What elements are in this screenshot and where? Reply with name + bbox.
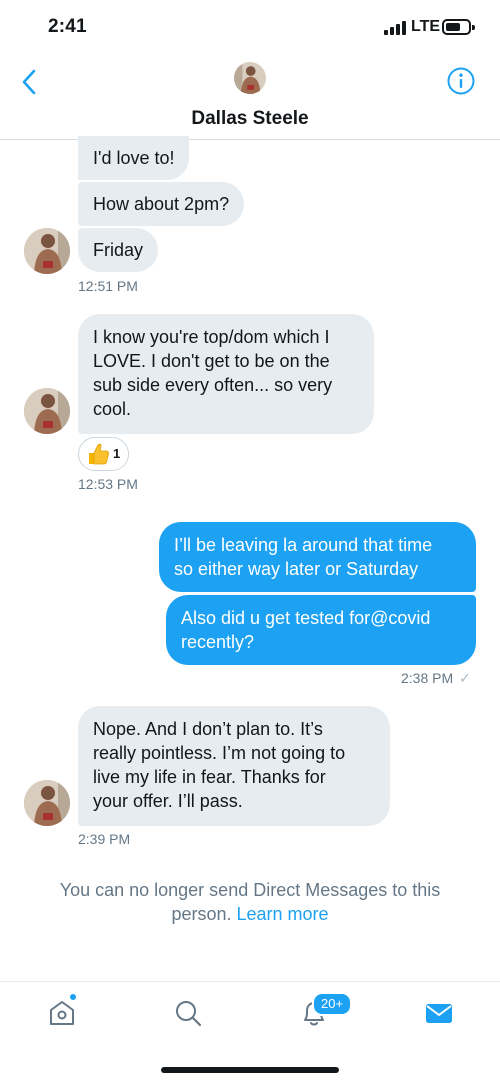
- message-timestamp: 2:38 PM ✓: [401, 670, 471, 687]
- info-circle-icon: [447, 67, 475, 95]
- message-line: Nope. And I don’t plan to. It’s: [93, 719, 323, 739]
- messages-envelope-icon: [426, 1004, 452, 1023]
- tab-search[interactable]: [171, 996, 205, 1030]
- message-bubble-incoming[interactable]: I know you're top/dom which I LOVE. I do…: [78, 314, 374, 434]
- conversation-header: Dallas Steele: [0, 56, 500, 140]
- message-text: I'd love to!: [93, 148, 175, 168]
- sender-avatar[interactable]: [24, 388, 70, 434]
- message-text: Friday: [93, 240, 144, 260]
- message-line: sub side every often... so very: [93, 375, 333, 395]
- battery-icon: [442, 19, 475, 35]
- new-content-dot: [69, 993, 77, 1001]
- message-line: live my life in fear. Thanks for: [93, 767, 326, 787]
- message-line: I know you're top/dom which I: [93, 327, 330, 347]
- cellular-signal-icon: [384, 21, 408, 35]
- read-receipt-icon: ✓: [459, 670, 471, 686]
- message-timestamp: 2:39 PM: [78, 831, 131, 847]
- message-line: cool.: [93, 399, 132, 419]
- back-button[interactable]: [14, 66, 46, 98]
- message-line: your offer. I’ll pass.: [93, 791, 243, 811]
- chevron-left-icon: [22, 69, 36, 95]
- message-bubble-outgoing[interactable]: Also did u get tested for@covid recently…: [166, 595, 476, 665]
- search-icon: [176, 1001, 202, 1027]
- message-bubble-incoming[interactable]: I'd love to!: [78, 136, 190, 180]
- message-bubble-incoming[interactable]: How about 2pm?: [78, 182, 245, 226]
- reaction-count: 1: [113, 446, 121, 461]
- home-indicator: [161, 1067, 339, 1073]
- notifications-badge: 20+: [312, 992, 353, 1016]
- status-time: 2:41: [48, 16, 87, 37]
- thumbs-up-icon: [89, 443, 110, 465]
- contact-avatar[interactable]: [234, 62, 266, 94]
- learn-more-link[interactable]: Learn more: [236, 904, 328, 924]
- message-bubble-incoming[interactable]: Nope. And I don’t plan to. It’s really p…: [78, 706, 390, 826]
- conversation-info-button[interactable]: [446, 66, 476, 96]
- message-line: Also did u get tested for@covid: [181, 608, 431, 628]
- timestamp-text: 2:38 PM: [401, 670, 454, 686]
- home-icon: [50, 1001, 74, 1025]
- message-text: How about 2pm?: [93, 194, 230, 214]
- sender-avatar[interactable]: [24, 780, 70, 826]
- sender-avatar[interactable]: [24, 228, 70, 274]
- tab-messages[interactable]: [422, 996, 456, 1030]
- message-line: recently?: [181, 632, 255, 652]
- message-line: so either way later or Saturday: [174, 559, 419, 579]
- status-bar: 2:41 LTE: [0, 0, 500, 56]
- dm-disabled-notice: You can no longer send Direct Messages t…: [30, 878, 470, 926]
- message-bubble-outgoing[interactable]: I’ll be leaving la around that time so e…: [159, 522, 476, 592]
- message-timestamp: 12:53 PM: [78, 476, 138, 492]
- reaction-pill[interactable]: 1: [78, 437, 129, 471]
- contact-name[interactable]: Dallas Steele: [0, 108, 500, 130]
- message-line: really pointless. I’m not going to: [93, 743, 346, 763]
- message-line: LOVE. I don't get to be on the: [93, 351, 330, 371]
- network-type: LTE: [411, 18, 441, 35]
- message-bubble-incoming[interactable]: Friday: [78, 228, 159, 272]
- tab-home[interactable]: [45, 996, 79, 1030]
- message-timestamp: 12:51 PM: [78, 278, 138, 294]
- message-line: I’ll be leaving la around that time: [174, 535, 433, 555]
